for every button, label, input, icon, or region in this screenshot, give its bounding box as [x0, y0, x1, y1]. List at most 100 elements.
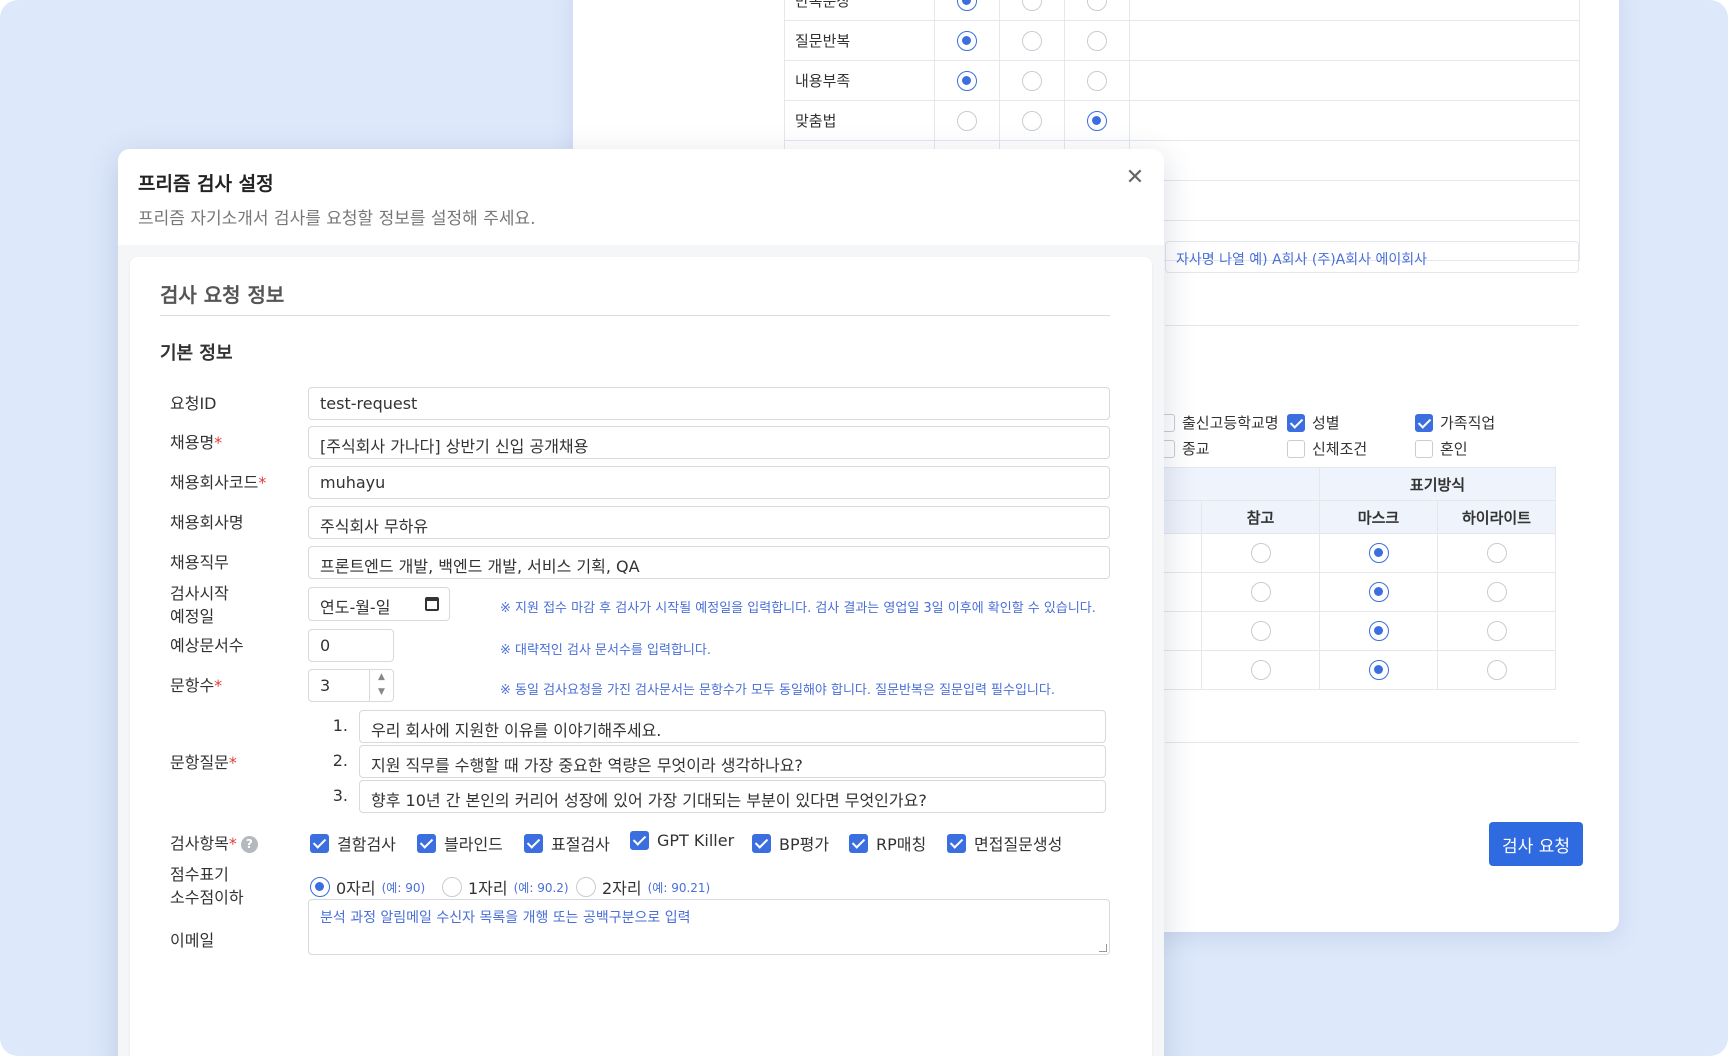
- checkbox-icon: [1287, 439, 1305, 458]
- radio-option[interactable]: [1087, 30, 1107, 51]
- option-checkbox[interactable]: 성별: [1287, 412, 1340, 433]
- radio-option[interactable]: [1087, 110, 1107, 131]
- radio-option[interactable]: [1250, 582, 1271, 602]
- company-name-label: 채용회사명: [170, 513, 244, 532]
- table-row: 질문반복: [784, 20, 1580, 61]
- question-input-1[interactable]: 우리 회사에 지원한 이유를 이야기해주세요.: [359, 710, 1106, 743]
- radio-icon: [310, 877, 330, 897]
- check-items-label: 검사항목*?: [170, 832, 258, 855]
- radio-option[interactable]: [1022, 0, 1042, 11]
- row-label: 맞춤법: [784, 100, 935, 141]
- check-item-interview[interactable]: 면접질문생성: [947, 831, 1062, 855]
- prism-settings-modal: 프리즘 검사 설정 프리즘 자기소개서 검사를 요청할 정보를 설정해 주세요.…: [118, 149, 1164, 1056]
- decimal-label: 점수표기 소수점이하: [170, 865, 244, 907]
- question-input-2[interactable]: 지원 직무를 수행할 때 가장 중요한 역량은 무엇이라 생각하나요?: [359, 745, 1106, 778]
- doc-count-input[interactable]: 0: [308, 629, 394, 662]
- checkbox-icon: [1287, 413, 1305, 432]
- question-count-stepper[interactable]: 3 ▲ ▼: [308, 669, 394, 702]
- check-item-defect[interactable]: 결함검사: [310, 831, 396, 855]
- questions-label: 문항질문*: [170, 753, 237, 772]
- column-header: 마스크: [1319, 500, 1438, 534]
- divider: [160, 315, 1110, 316]
- radio-option[interactable]: [1087, 0, 1107, 11]
- table-row: 내용부족: [784, 60, 1580, 101]
- stepper-arrows-icon[interactable]: ▲ ▼: [369, 670, 393, 701]
- radio-option[interactable]: [1087, 70, 1107, 91]
- background-stage: 반복문장 질문반복 내용부족 맞춤법 자사명 나열 예) A회사 (주)A회사 …: [0, 0, 1728, 1056]
- divider: [1165, 325, 1579, 326]
- radio-option[interactable]: [1486, 582, 1507, 602]
- radio-option[interactable]: [1368, 582, 1389, 602]
- checkbox-icon: [310, 833, 329, 853]
- radio-option[interactable]: [1368, 543, 1389, 563]
- checkbox-icon: [417, 833, 436, 853]
- option-checkbox[interactable]: 종교: [1157, 438, 1210, 459]
- question-count-note: ※ 동일 검사요청을 가진 검사문서는 문항수가 모두 동일해야 합니다. 질문…: [500, 683, 1055, 698]
- help-icon[interactable]: ?: [240, 836, 258, 853]
- calendar-icon[interactable]: [425, 597, 439, 611]
- radio-option[interactable]: [1250, 621, 1271, 641]
- check-item-gpt-killer[interactable]: GPT Killer: [630, 831, 734, 850]
- decimal-option-0[interactable]: 0자리 (예: 90): [310, 875, 425, 899]
- question-number: 2.: [332, 751, 348, 770]
- option-checkbox[interactable]: 출신고등학교명: [1157, 412, 1279, 433]
- radio-option[interactable]: [957, 30, 977, 51]
- radio-option[interactable]: [1022, 110, 1042, 131]
- recruit-name-input[interactable]: [주식회사 가나다] 상반기 신입 공개채용: [308, 426, 1110, 459]
- radio-option[interactable]: [957, 0, 977, 11]
- radio-option[interactable]: [1022, 30, 1042, 51]
- radio-option[interactable]: [1486, 543, 1507, 563]
- table-row: 반복문장: [784, 0, 1580, 21]
- radio-option[interactable]: [957, 110, 977, 131]
- section-title: 기본 정보: [160, 343, 233, 364]
- radio-option[interactable]: [1250, 660, 1271, 680]
- checkbox-icon: [1415, 413, 1433, 432]
- request-id-input[interactable]: test-request: [308, 387, 1110, 420]
- radio-option[interactable]: [1486, 660, 1507, 680]
- column-header: 하이라이트: [1437, 500, 1556, 534]
- radio-option[interactable]: [1022, 70, 1042, 91]
- company-name-input[interactable]: 주식회사 무하유: [308, 506, 1110, 539]
- question-number: 1.: [332, 716, 348, 735]
- modal-subtitle: 프리즘 자기소개서 검사를 요청할 정보를 설정해 주세요.: [138, 209, 536, 229]
- radio-icon: [576, 877, 596, 897]
- job-input[interactable]: 프론트엔드 개발, 백엔드 개발, 서비스 기획, QA: [308, 546, 1110, 579]
- close-icon[interactable]: ✕: [1124, 167, 1146, 189]
- question-input-3[interactable]: 향후 10년 간 본인의 커리어 성장에 있어 가장 기대되는 부분이 있다면 …: [359, 780, 1106, 813]
- start-date-label: 검사시작 예정일: [170, 584, 229, 626]
- request-info-card: 검사 요청 정보 기본 정보 요청ID test-request 채용명* [주…: [130, 257, 1152, 1056]
- table-row: [1139, 533, 1556, 573]
- question-number: 3.: [332, 786, 348, 805]
- request-inspection-button[interactable]: 검사 요청: [1489, 822, 1583, 866]
- radio-option[interactable]: [1368, 621, 1389, 641]
- table-row: [1139, 650, 1556, 690]
- check-item-bp[interactable]: BP평가: [752, 831, 829, 855]
- checkbox-icon: [849, 833, 868, 853]
- resize-handle-icon[interactable]: [1099, 944, 1107, 952]
- check-item-plagiarism[interactable]: 표절검사: [524, 831, 610, 855]
- group-header: 급: [1139, 467, 1320, 501]
- option-checkbox[interactable]: 가족직업: [1415, 412, 1495, 433]
- radio-option[interactable]: [1368, 660, 1389, 680]
- option-checkbox[interactable]: 신체조건: [1287, 438, 1367, 459]
- display-method-table: 급 표기방식 심 참고 마스크 하이라이트: [1139, 467, 1556, 690]
- doc-count-note: ※ 대략적인 검사 문서수를 입력합니다.: [500, 643, 711, 658]
- check-item-rp[interactable]: RP매칭: [849, 831, 926, 855]
- option-checkbox[interactable]: 혼인: [1415, 438, 1468, 459]
- company-name-list-input[interactable]: 자사명 나열 예) A회사 (주)A회사 에이회사: [1165, 241, 1579, 273]
- group-header: 표기방식: [1319, 467, 1556, 501]
- decimal-option-2[interactable]: 2자리 (예: 90.21): [576, 875, 710, 899]
- start-date-input[interactable]: 연도-월-일: [308, 587, 450, 621]
- check-item-blind[interactable]: 블라인드: [417, 831, 503, 855]
- company-code-input[interactable]: muhayu: [308, 466, 1110, 499]
- radio-option[interactable]: [957, 70, 977, 91]
- radio-option[interactable]: [1250, 543, 1271, 563]
- radio-option[interactable]: [1486, 621, 1507, 641]
- checkbox-icon: [947, 833, 966, 853]
- job-label: 채용직무: [170, 553, 229, 572]
- checkbox-icon: [1415, 439, 1433, 458]
- decimal-option-1[interactable]: 1자리 (예: 90.2): [442, 875, 569, 899]
- email-textarea[interactable]: 분석 과정 알림메일 수신자 목록을 개행 또는 공백구분으로 입력: [308, 899, 1110, 955]
- doc-count-label: 예상문서수: [170, 636, 244, 655]
- radio-icon: [442, 877, 462, 897]
